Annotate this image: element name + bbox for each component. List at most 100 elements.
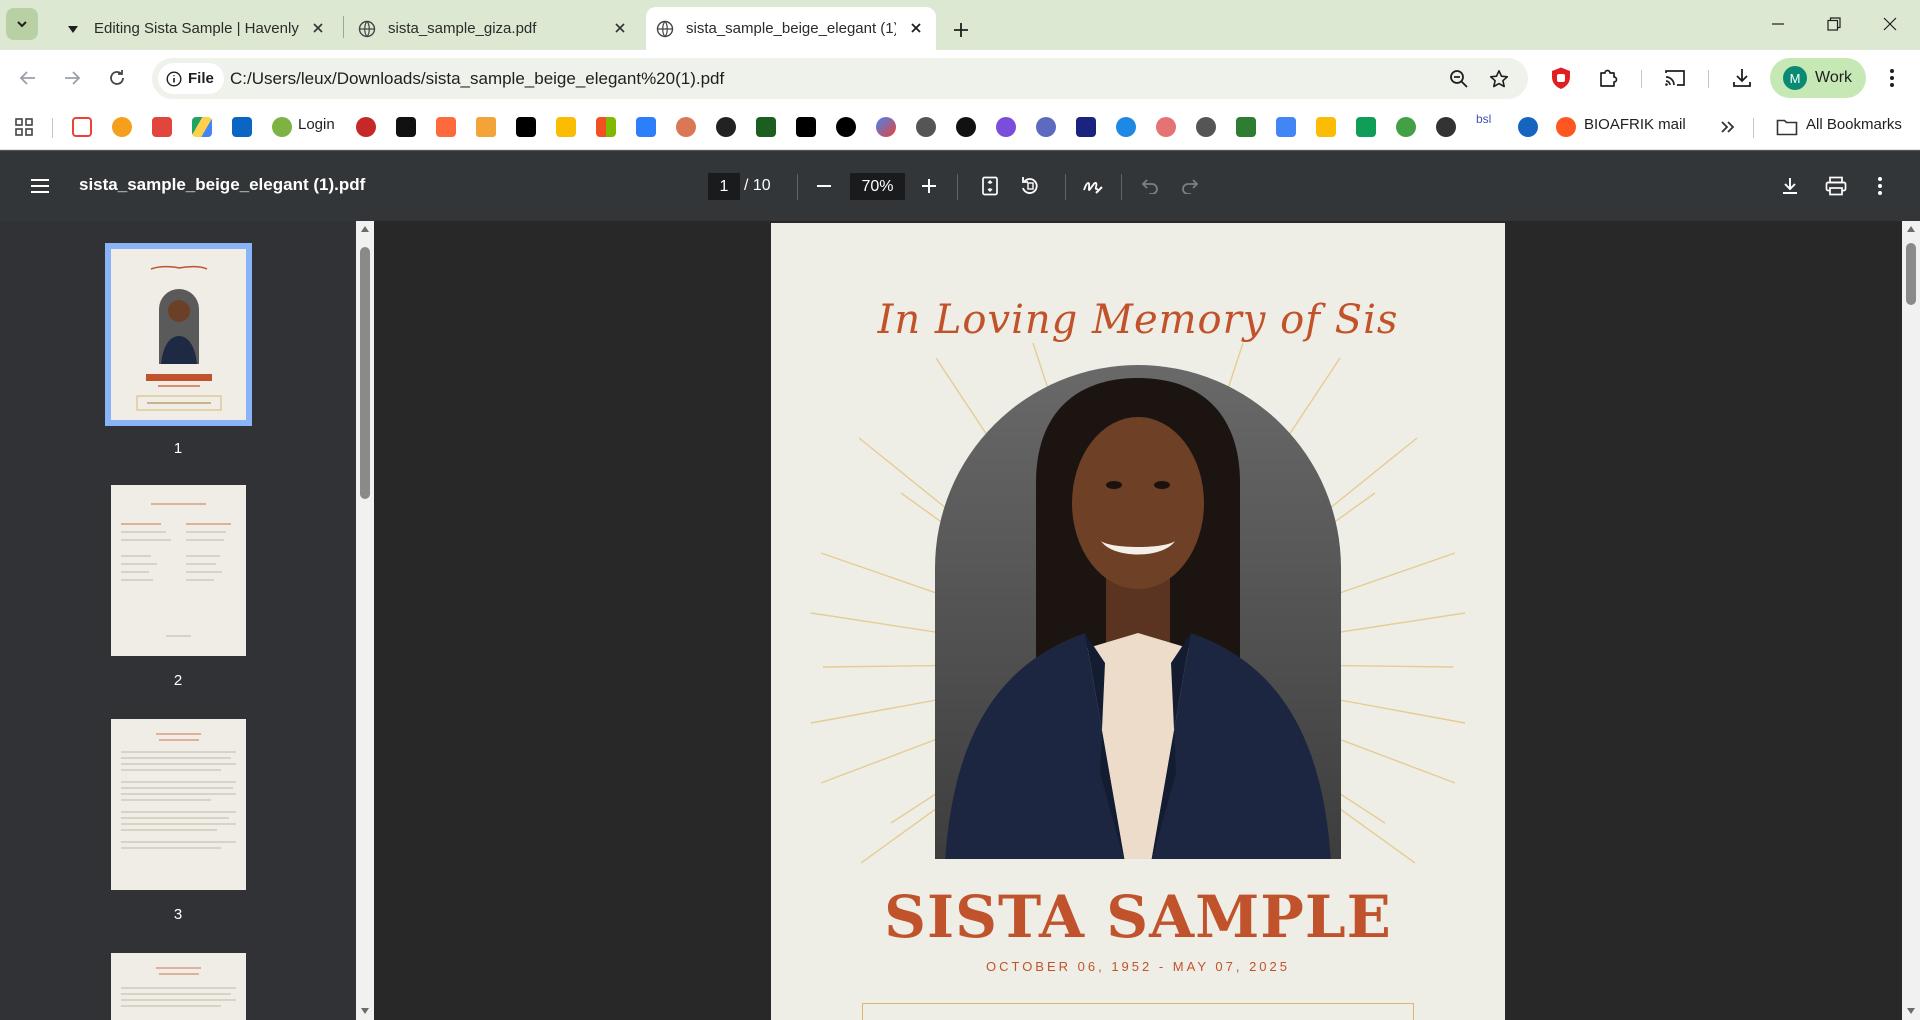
paint-app-icon[interactable] [636,117,656,137]
close-tab-icon[interactable] [308,18,328,38]
globe-icon[interactable] [272,117,292,137]
chat-app-icon[interactable] [1236,117,1256,137]
tab-search-button[interactable] [6,8,38,40]
google-docs-icon[interactable] [1276,117,1296,137]
tab-beige-elegant-pdf[interactable]: sista_sample_beige_elegant (1).p [646,7,936,50]
close-tab-icon[interactable] [610,18,630,38]
draw-annotation-button[interactable] [1079,172,1107,200]
zoom-level-input[interactable]: 70% [850,173,905,200]
bioafrik-icon[interactable] [1556,117,1576,137]
cloud-app-icon[interactable] [1156,117,1176,137]
profile-button[interactable]: M Work [1770,58,1866,98]
zoom-indicator-button[interactable] [1448,68,1470,90]
printer-icon [1825,176,1847,196]
bug-icon[interactable] [916,117,936,137]
scroll-up-arrow-icon[interactable] [360,225,370,233]
scrollbar-thumb[interactable] [360,247,370,499]
extensions-button[interactable] [1594,64,1622,92]
r-app-icon[interactable] [796,117,816,137]
apps-grid-icon[interactable] [14,117,34,137]
page-number-input[interactable]: 1 [708,173,740,200]
more-options-button[interactable] [1866,172,1894,200]
bird-icon[interactable] [1036,117,1056,137]
document-scrollbar[interactable] [1902,221,1920,1020]
thumbnail-scrollbar[interactable] [356,221,374,1020]
folder-icon[interactable] [1776,117,1798,137]
back-button[interactable] [14,64,42,92]
ublock-extension-button[interactable] [1547,64,1575,92]
thumbnail-text-line [156,733,201,735]
toolbar-divider [1641,70,1642,88]
scroll-up-arrow-icon[interactable] [1906,225,1916,233]
downloads-button[interactable] [1728,64,1756,92]
download-pdf-button[interactable] [1776,172,1804,200]
bookmark-login[interactable]: Login [298,116,335,133]
cluster-icon[interactable] [112,117,132,137]
gmail-icon[interactable] [72,117,92,137]
all-bookmarks-label[interactable]: All Bookmarks [1806,116,1902,133]
bookmark-star-button[interactable] [1488,68,1510,90]
bookmark-bsl[interactable]: bsl [1476,112,1491,126]
heart-app-icon[interactable] [436,117,456,137]
sidebar-toggle-button[interactable] [26,172,54,200]
scrollbar-thumb[interactable] [1906,243,1916,305]
site-info-chip[interactable]: File [158,63,224,94]
zoom-out-button[interactable] [810,172,838,200]
redo-button[interactable] [1176,172,1204,200]
bookmark-bioafrik-mail[interactable]: BIOAFRIK mail [1584,116,1686,133]
minimize-button[interactable] [1750,0,1806,48]
linkedin-icon[interactable] [232,117,252,137]
perplexity-icon[interactable] [956,117,976,137]
address-bar[interactable]: File C:/Users/leux/Downloads/sista_sampl… [152,58,1528,99]
b-letter-icon[interactable] [396,117,416,137]
google-sheets-icon[interactable] [1356,117,1376,137]
tree-icon[interactable] [1196,117,1216,137]
new-tab-button[interactable] [944,13,978,47]
close-tab-icon[interactable] [906,18,926,38]
page-thumbnail-1[interactable] [105,243,252,426]
tab-title: sista_sample_giza.pdf [388,20,537,37]
page-thumbnail-4[interactable] [111,953,246,1020]
reload-button[interactable] [103,64,131,92]
map-app-icon[interactable] [1396,117,1416,137]
openai-icon[interactable] [716,117,736,137]
fit-to-page-button[interactable] [976,172,1004,200]
google-drive-icon[interactable] [192,117,212,137]
tab-havenly[interactable]: Editing Sista Sample | HavenlySt [54,7,338,50]
google-slides-icon[interactable] [1316,117,1336,137]
od-group-icon[interactable] [356,117,376,137]
c-circle-icon[interactable] [1518,117,1538,137]
undo-button[interactable] [1136,172,1164,200]
monkey-icon[interactable] [1436,117,1456,137]
site-info-label: File [188,70,214,87]
cast-button[interactable] [1661,64,1689,92]
scroll-down-arrow-icon[interactable] [1906,1007,1916,1015]
a-app-icon[interactable] [836,117,856,137]
zoom-in-button[interactable] [915,172,943,200]
flag-app-icon[interactable] [1076,117,1096,137]
gift-icon[interactable] [476,117,496,137]
keep-notes-icon[interactable] [556,117,576,137]
browser-menu-button[interactable] [1878,64,1906,92]
purple-star-icon[interactable] [996,117,1016,137]
gemini-icon[interactable] [876,117,896,137]
rotate-button[interactable] [1016,172,1044,200]
page-thumbnail-3[interactable] [111,719,246,890]
close-window-button[interactable] [1862,0,1918,48]
print-button[interactable] [1822,172,1850,200]
microsoft-icon[interactable] [596,117,616,137]
x-logo-icon[interactable] [516,117,536,137]
globe-icon [358,20,376,38]
c-app-icon[interactable] [1116,117,1136,137]
claude-star-icon[interactable] [676,117,696,137]
scroll-down-arrow-icon[interactable] [360,1007,370,1015]
page-thumbnail-2[interactable] [111,485,246,656]
chevron-down-icon [17,21,27,28]
book-icon[interactable] [152,117,172,137]
forward-button[interactable] [58,64,86,92]
restore-button[interactable] [1806,0,1862,48]
tab-giza-pdf[interactable]: sista_sample_giza.pdf [350,7,640,50]
bookmarks-overflow-icon[interactable] [1718,117,1738,137]
url-text[interactable]: C:/Users/leux/Downloads/sista_sample_bei… [230,69,724,89]
green-app-icon[interactable] [756,117,776,137]
